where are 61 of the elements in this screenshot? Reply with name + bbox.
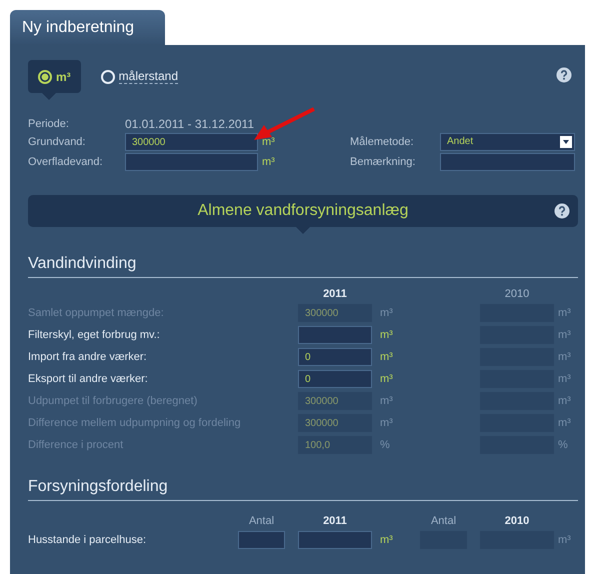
- row-label: Difference i procent: [28, 439, 124, 451]
- unit-label: m³: [557, 417, 572, 429]
- unit-label: %: [557, 439, 569, 451]
- unit-label: m³: [379, 417, 394, 429]
- input-field: 100,0: [298, 436, 372, 454]
- section-heading: Vandindvinding: [28, 255, 578, 278]
- radio-button[interactable]: [38, 70, 52, 84]
- unit-label: m³: [557, 534, 572, 546]
- input-field[interactable]: [238, 531, 285, 549]
- column-header: 2011: [322, 288, 348, 300]
- row-label: Husstande i parcelhuse:: [28, 534, 148, 546]
- unit-label: m³: [557, 373, 572, 385]
- unit-label: m³: [379, 395, 394, 407]
- column-header: 2010: [504, 515, 530, 527]
- input-field[interactable]: 0: [298, 348, 372, 366]
- input-field: 300000: [298, 304, 372, 322]
- input-field: 300000: [298, 414, 372, 432]
- field-label: Periode:: [28, 118, 70, 130]
- unit-label: m³: [261, 156, 276, 168]
- row-label: Samlet oppumpet mængde:: [28, 307, 165, 319]
- input-field[interactable]: [440, 153, 575, 171]
- unit-label: m³: [557, 395, 572, 407]
- input-field[interactable]: [125, 153, 258, 171]
- input-field[interactable]: [298, 531, 372, 549]
- unit-label: m³: [379, 373, 394, 385]
- input-field[interactable]: 300000: [125, 133, 258, 151]
- unit-label: m³: [379, 307, 394, 319]
- input-field: 300000: [298, 392, 372, 410]
- row-label: Filterskyl, eget forbrug mv.:: [28, 329, 161, 341]
- field-label: Grundvand:: [28, 136, 86, 148]
- unit-label: m³: [557, 307, 572, 319]
- column-header: 2010: [504, 288, 530, 300]
- unit-label: m³: [379, 534, 394, 546]
- help-icon[interactable]: [556, 67, 572, 83]
- unit-label: m³: [379, 329, 394, 341]
- input-field[interactable]: 0: [298, 370, 372, 388]
- field-label: Bemærkning:: [350, 156, 416, 168]
- row-label: Difference mellem udpumpning og fordeling: [28, 417, 242, 429]
- unit-label: %: [379, 439, 391, 451]
- column-header: Antal: [430, 515, 458, 527]
- radio-label[interactable]: m³: [56, 70, 71, 84]
- unit-label: m³: [261, 136, 276, 148]
- period-text: 01.01.2011 - 31.12.2011: [125, 117, 255, 131]
- tab[interactable]: Ny indberetning: [10, 10, 165, 45]
- column-header: 2011: [322, 515, 348, 527]
- radio-label[interactable]: målerstand: [118, 69, 178, 84]
- column-header: Antal: [248, 515, 276, 527]
- field-label: Overfladevand:: [28, 156, 104, 168]
- section-title: Almene vandforsyningsanlæg: [198, 202, 408, 220]
- section-heading: Forsyningsfordeling: [28, 478, 578, 501]
- dropdown[interactable]: Andet: [440, 133, 575, 151]
- unit-label: m³: [379, 351, 394, 363]
- arrow-drawing: [252, 107, 316, 143]
- help-icon[interactable]: [554, 203, 570, 219]
- input-field[interactable]: [298, 326, 372, 344]
- unit-label: m³: [557, 351, 572, 363]
- row-label: Import fra andre værker:: [28, 351, 148, 363]
- unit-label: m³: [557, 329, 572, 341]
- field-label: Målemetode:: [350, 136, 415, 148]
- row-label: Eksport til andre værker:: [28, 373, 149, 385]
- row-label: Udpumpet til forbrugere (beregnet): [28, 395, 198, 407]
